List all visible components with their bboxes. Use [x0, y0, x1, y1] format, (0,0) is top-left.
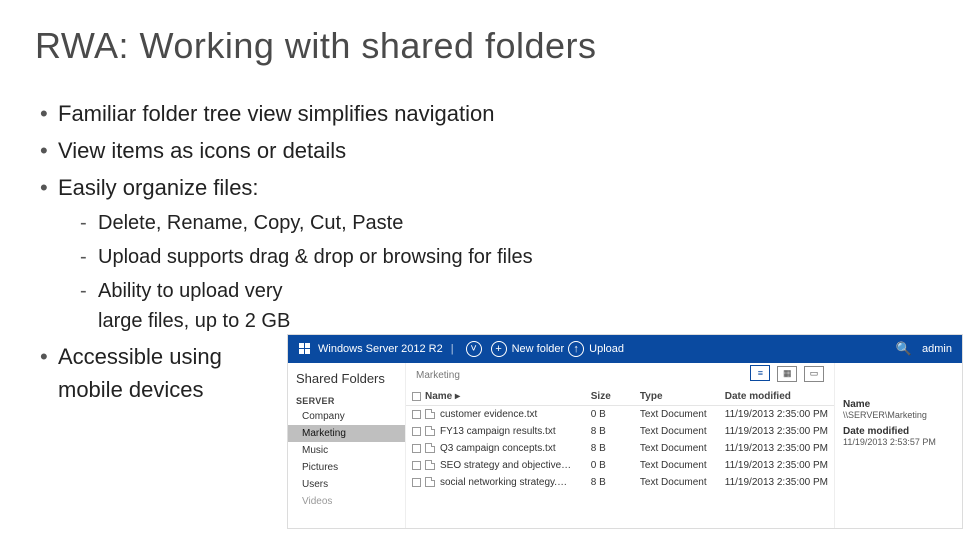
select-all-checkbox[interactable] — [412, 392, 421, 401]
separator: | — [451, 343, 454, 355]
sub-2: Upload supports drag & drop or browsing … — [80, 242, 979, 272]
new-folder-label: New folder — [512, 343, 565, 355]
details-panel: Name \\SERVER\Marketing Date modified 11… — [834, 363, 962, 528]
brand-label: Windows Server 2012 R2 — [318, 343, 443, 355]
meta-name-v: \\SERVER\Marketing — [843, 410, 954, 420]
col-size[interactable]: Size — [585, 388, 634, 406]
col-name[interactable]: Name ▸ — [425, 391, 460, 402]
sidebar-item-company[interactable]: Company — [288, 408, 405, 425]
sub-list: Delete, Rename, Copy, Cut, Paste Upload … — [40, 204, 979, 336]
row-checkbox[interactable] — [412, 427, 421, 436]
sidebar-item-videos[interactable]: Videos — [288, 493, 405, 510]
col-modified[interactable]: Date modified — [719, 388, 834, 406]
view-details-button[interactable]: ≡ — [750, 365, 770, 381]
sidebar-item-pictures[interactable]: Pictures — [288, 459, 405, 476]
sidebar-item-music[interactable]: Music — [288, 442, 405, 459]
meta-date-v: 11/19/2013 2:53:57 PM — [843, 437, 954, 447]
file-icon — [425, 409, 435, 419]
windows-icon — [298, 342, 312, 356]
bullet-3: Easily organize files: Delete, Rename, C… — [40, 171, 979, 336]
table-row[interactable]: customer evidence.txt0 BText Document11/… — [406, 406, 834, 424]
file-icon — [425, 460, 435, 470]
file-icon — [425, 426, 435, 436]
rwa-app-screenshot: Windows Server 2012 R2 | ˅ + New folder ↑… — [287, 334, 963, 529]
context-menu-button[interactable]: ˅ — [466, 341, 487, 357]
sub-1: Delete, Rename, Copy, Cut, Paste — [80, 208, 979, 238]
table-row[interactable]: Q3 campaign concepts.txt8 BText Document… — [406, 440, 834, 457]
table-row[interactable]: social networking strategy.…8 BText Docu… — [406, 474, 834, 491]
row-checkbox[interactable] — [412, 461, 421, 470]
file-panel: Marketing ≡ ▦ ▭ Name ▸ Size Type Date mo… — [406, 363, 834, 528]
user-label[interactable]: admin — [922, 343, 952, 355]
app-header: Windows Server 2012 R2 | ˅ + New folder ↑… — [288, 335, 962, 363]
sub-3: Ability to upload very large files, up t… — [80, 276, 979, 336]
new-folder-button[interactable]: + New folder — [491, 341, 565, 357]
sidebar-item-users[interactable]: Users — [288, 476, 405, 493]
chevron-down-icon: ˅ — [466, 341, 482, 357]
sidebar-item-marketing[interactable]: Marketing — [288, 425, 405, 442]
table-row[interactable]: FY13 campaign results.txt8 BText Documen… — [406, 423, 834, 440]
file-icon — [425, 477, 435, 487]
row-checkbox[interactable] — [412, 478, 421, 487]
slide-title: RWA: Working with shared folders — [0, 0, 979, 67]
col-type[interactable]: Type — [634, 388, 719, 406]
view-icons-button[interactable]: ▦ — [777, 366, 797, 382]
upload-button[interactable]: ↑ Upload — [568, 341, 624, 357]
meta-name-h: Name — [843, 399, 954, 410]
breadcrumb[interactable]: Marketing — [406, 363, 736, 388]
file-table: Name ▸ Size Type Date modified customer … — [406, 388, 834, 491]
table-row[interactable]: SEO strategy and objective…0 BText Docum… — [406, 457, 834, 474]
sidebar: Shared Folders SERVER CompanyMarketingMu… — [288, 363, 406, 528]
plus-icon: + — [491, 341, 507, 357]
file-icon — [425, 443, 435, 453]
upload-icon: ↑ — [568, 341, 584, 357]
search-icon[interactable]: 🔍 — [896, 341, 912, 357]
row-checkbox[interactable] — [412, 410, 421, 419]
view-preview-button[interactable]: ▭ — [804, 366, 824, 382]
meta-date-h: Date modified — [843, 426, 954, 437]
sidebar-group: SERVER — [288, 392, 405, 408]
bullet-2: View items as icons or details — [40, 134, 979, 167]
bullet-1: Familiar folder tree view simplifies nav… — [40, 97, 979, 130]
sidebar-heading: Shared Folders — [288, 369, 405, 392]
row-checkbox[interactable] — [412, 444, 421, 453]
view-switch: ≡ ▦ ▭ — [736, 363, 834, 388]
upload-label: Upload — [589, 343, 624, 355]
